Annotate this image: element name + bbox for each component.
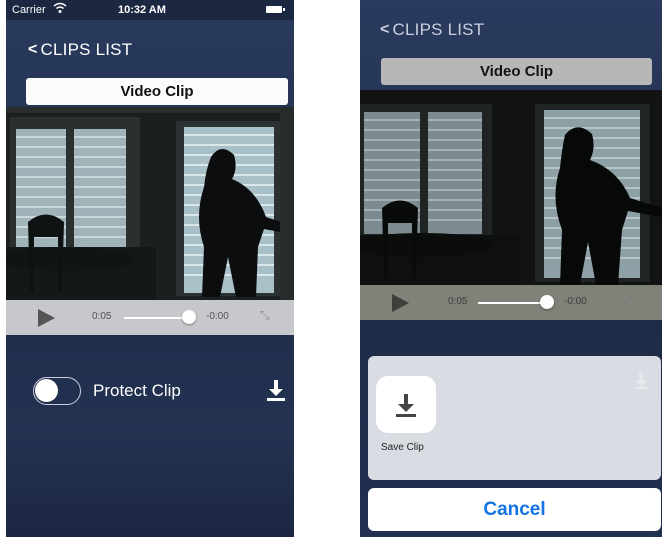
toggle-knob <box>35 379 58 402</box>
save-clip-label: Save Clip <box>381 442 424 453</box>
play-icon[interactable] <box>392 294 409 312</box>
current-time: 0:05 <box>448 296 468 307</box>
cancel-button[interactable]: Cancel <box>368 488 661 531</box>
chevron-left-icon: < <box>28 41 38 58</box>
protect-clip-toggle[interactable] <box>33 377 81 405</box>
video-still <box>360 90 662 285</box>
save-clip-button[interactable] <box>376 376 436 433</box>
video-still <box>6 107 294 300</box>
back-button[interactable]: < CLIPS LIST <box>380 20 484 40</box>
back-label: CLIPS LIST <box>392 20 485 39</box>
progress-thumb[interactable] <box>182 310 196 324</box>
play-icon[interactable] <box>38 309 55 327</box>
right-screen: < CLIPS LIST Video Clip 0:05 -0:00 ⤡ Sav… <box>360 0 662 537</box>
download-icon <box>634 373 648 389</box>
remaining-time: -0:00 <box>206 311 229 322</box>
expand-icon[interactable]: ⤡ <box>260 308 270 323</box>
carrier-label: Carrier <box>12 4 46 16</box>
video-frame[interactable] <box>6 107 294 300</box>
page-title: Video Clip <box>26 78 288 105</box>
share-sheet: Save Clip <box>368 356 661 480</box>
battery-icon <box>266 6 285 13</box>
remaining-time: -0:00 <box>564 296 587 307</box>
status-bar: Carrier 10:32 AM <box>6 0 294 20</box>
page-title: Video Clip <box>381 58 652 85</box>
protect-clip-row: Protect Clip <box>33 377 293 409</box>
expand-icon[interactable]: ⤡ <box>622 293 632 308</box>
protect-clip-label: Protect Clip <box>93 381 181 400</box>
progress-thumb[interactable] <box>540 295 554 309</box>
progress-track[interactable] <box>478 302 548 304</box>
back-label: CLIPS LIST <box>40 40 133 59</box>
video-frame[interactable] <box>360 90 662 285</box>
player-controls: 0:05 -0:00 ⤡ <box>6 300 294 335</box>
current-time: 0:05 <box>92 311 112 322</box>
left-screen: Carrier 10:32 AM < CLIPS LIST Video Clip <box>6 0 294 537</box>
download-icon[interactable] <box>265 378 287 402</box>
chevron-left-icon: < <box>380 21 390 38</box>
download-icon <box>396 393 416 417</box>
back-button[interactable]: < CLIPS LIST <box>28 40 132 60</box>
status-time: 10:32 AM <box>118 4 166 16</box>
player-controls: 0:05 -0:00 ⤡ <box>360 285 662 320</box>
wifi-icon <box>53 2 67 13</box>
